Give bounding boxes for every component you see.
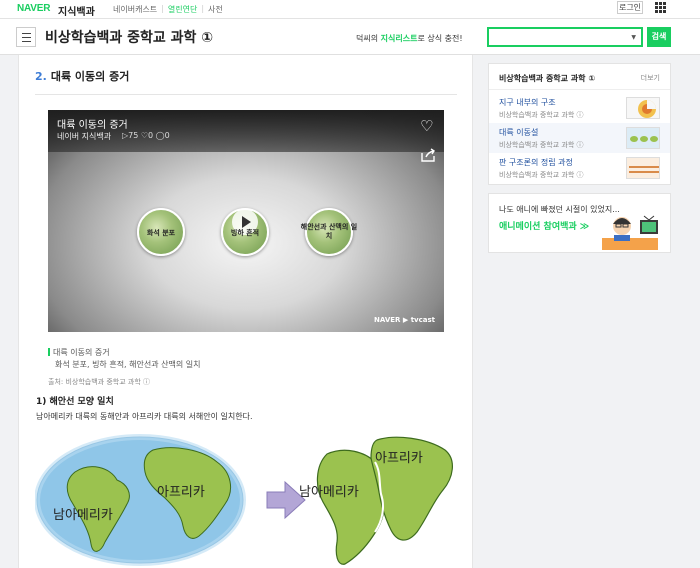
related-item-title[interactable]: 판 구조론의 정립 과정 (499, 157, 573, 168)
page-header: 비상학습백과 중학교 과학 ① 덕씨의 지식리스트로 상식 충전! ▼ 검색 (0, 19, 700, 55)
video-channel: 네이버 지식백과 (57, 132, 112, 141)
nav-item-open-lecture[interactable]: 열린연단 (168, 4, 197, 15)
divider (489, 89, 670, 90)
nav-divider: | (161, 4, 164, 13)
related-articles-card: 비상학습백과 중학교 과학 ① 더보기 지구 내부의 구조 비상학습백과 중학교… (488, 63, 671, 185)
video-player[interactable]: 대륙 이동의 증거 네이버 지식백과 ▷75 ♡0 ◯0 ♡ 화석 분포 빙하 … (48, 110, 444, 332)
apps-grid-icon[interactable] (655, 2, 666, 13)
circle-label-coastline: 해안선과 산맥의 일치 (300, 223, 358, 240)
continent-fit-illustration: 남아메리카 아프리카 남아메리카 아프리카 (34, 432, 455, 568)
knowledge-list-promo[interactable]: 덕씨의 지식리스트로 상식 충전! (356, 33, 463, 44)
top-bar: NAVER 지식백과 네이버캐스트 | 열린연단 | 사전 로그인 (0, 0, 700, 19)
earth-interior-thumbnail[interactable] (626, 97, 660, 119)
related-item[interactable]: 지구 내부의 구조 비상학습백과 중학교 과학 ⓘ (489, 93, 670, 123)
caption-source[interactable]: 출처: 비상학습백과 중학교 과학 ⓘ (48, 377, 150, 387)
search-dropdown-arrow-icon[interactable]: ▼ (631, 34, 636, 41)
promo-link[interactable]: 애니메이션 참여백과 ≫ (499, 219, 589, 232)
caption-subtitle: 화석 분포, 빙하 흔적, 해안선과 산맥의 일치 (55, 360, 201, 369)
service-name[interactable]: 지식백과 (58, 3, 95, 18)
related-heading[interactable]: 비상학습백과 중학교 과학 ① (499, 73, 595, 84)
related-item-source: 비상학습백과 중학교 과학 ⓘ (499, 141, 584, 149)
related-item-source: 비상학습백과 중학교 과학 ⓘ (499, 111, 584, 119)
tvcast-logo: NAVER ▶ tvcast (374, 316, 435, 324)
animation-promo-card[interactable]: 나도 애니에 빠졌던 시절이 있었지... 애니메이션 참여백과 ≫ (488, 193, 671, 253)
heart-icon[interactable]: ♡ (420, 118, 436, 134)
cartoon-character-icon (602, 215, 658, 250)
article-content: 2. 대륙 이동의 증거 대륙 이동의 증거 네이버 지식백과 ▷75 ♡0 ◯0… (18, 55, 473, 568)
related-item[interactable]: 대륙 이동설 비상학습백과 중학교 과학 ⓘ (489, 123, 670, 153)
label-south-america-right: 남아메리카 (299, 485, 359, 500)
label-south-america-left: 남아메리카 (53, 508, 113, 523)
section-heading: 2. 대륙 이동의 증거 (35, 70, 130, 83)
caption-title: 대륙 이동의 증거 (53, 348, 110, 357)
search-box[interactable]: ▼ (487, 27, 643, 47)
more-link[interactable]: 더보기 (641, 73, 660, 83)
search-button[interactable]: 검색 (647, 27, 671, 47)
login-button[interactable]: 로그인 (617, 1, 643, 14)
top-nav: 네이버캐스트 | 열린연단 | 사전 (113, 4, 223, 15)
subheading: 1) 해안선 모양 일치 (36, 397, 114, 407)
body-text: 남아메리카 대륙의 동해안과 아프리카 대륙의 서해안이 일치한다. (36, 412, 253, 421)
naver-logo[interactable]: NAVER (17, 3, 50, 14)
continental-drift-thumbnail[interactable] (626, 127, 660, 149)
video-stats: ▷75 ♡0 ◯0 (122, 131, 170, 140)
search-input[interactable] (489, 29, 619, 45)
nav-item-dictionary[interactable]: 사전 (208, 4, 223, 15)
related-item-title[interactable]: 지구 내부의 구조 (499, 97, 556, 108)
hamburger-menu-button[interactable] (16, 27, 36, 47)
share-icon[interactable] (420, 148, 436, 162)
nav-divider: | (201, 4, 205, 13)
related-item-source: 비상학습백과 중학교 과학 ⓘ (499, 171, 584, 179)
related-item-title[interactable]: 대륙 이동설 (499, 127, 538, 138)
related-item[interactable]: 판 구조론의 정립 과정 비상학습백과 중학교 과학 ⓘ (489, 153, 670, 183)
label-africa-left: 아프리카 (157, 485, 205, 500)
divider (35, 94, 457, 95)
label-africa-right: 아프리카 (375, 451, 423, 466)
circle-label-fossil: 화석 분포 (146, 229, 176, 237)
page-title[interactable]: 비상학습백과 중학교 과학 ① (45, 27, 213, 47)
video-caption: 대륙 이동의 증거 화석 분포, 빙하 흔적, 해안선과 산맥의 일치 (48, 347, 200, 371)
video-title: 대륙 이동의 증거 (57, 120, 128, 131)
plate-tectonics-thumbnail[interactable] (626, 157, 660, 179)
nav-item-navercast[interactable]: 네이버캐스트 (113, 4, 157, 15)
circle-label-glacier: 빙하 흔적 (230, 229, 260, 237)
